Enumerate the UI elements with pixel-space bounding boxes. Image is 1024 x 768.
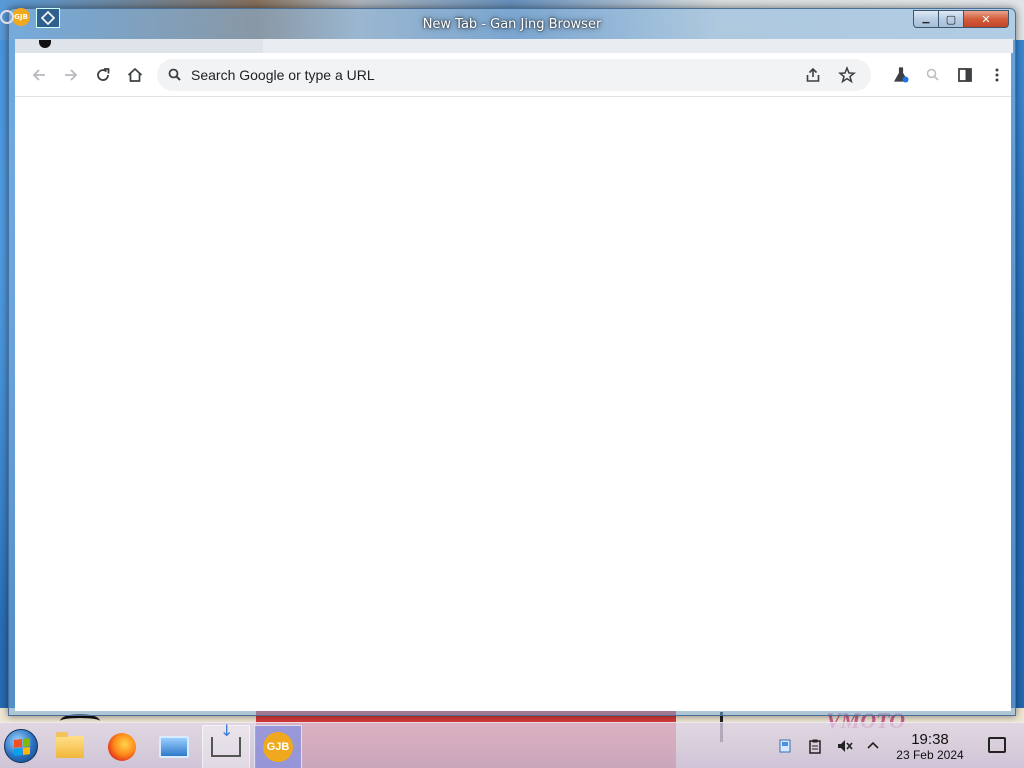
kebab-menu-icon xyxy=(995,68,999,82)
volume-muted-icon[interactable] xyxy=(836,737,854,755)
tab-strip xyxy=(15,39,1013,53)
gjb-desktop-icon[interactable]: GJB xyxy=(12,8,30,26)
clock-time: 19:38 xyxy=(911,731,949,748)
zoom-button[interactable] xyxy=(921,63,945,87)
network-icon[interactable] xyxy=(776,737,794,755)
window-titlebar[interactable]: New Tab - Gan Jing Browser ▁ ▢ ✕ xyxy=(9,9,1015,39)
address-bar[interactable] xyxy=(157,59,871,91)
taskbar-gan-jing-browser[interactable]: GJB xyxy=(254,725,302,768)
reload-button[interactable] xyxy=(91,63,115,87)
side-panel-button[interactable] xyxy=(953,63,977,87)
omnibox-input[interactable] xyxy=(191,59,791,91)
download-tray-icon xyxy=(211,721,241,757)
side-panel-icon xyxy=(958,68,972,82)
flask-icon xyxy=(893,67,909,83)
bookmark-button[interactable] xyxy=(835,63,859,87)
maximize-icon: ▢ xyxy=(945,12,957,26)
share-button[interactable] xyxy=(801,63,825,87)
search-icon xyxy=(168,68,181,81)
close-button[interactable]: ✕ xyxy=(963,10,1009,28)
star-icon xyxy=(838,66,856,84)
taskbar-firefox[interactable] xyxy=(98,725,146,768)
close-icon: ✕ xyxy=(981,12,991,26)
home-icon xyxy=(127,67,143,82)
clock-date: 23 Feb 2024 xyxy=(896,748,964,762)
window-controls: ▁ ▢ ✕ xyxy=(913,10,1009,28)
firefox-icon xyxy=(108,733,136,761)
extension-button[interactable] xyxy=(889,63,913,87)
minimize-button[interactable]: ▁ xyxy=(913,10,939,28)
folder-icon xyxy=(56,732,84,758)
chevron-up-icon[interactable] xyxy=(864,737,882,755)
settings-tool-icon[interactable] xyxy=(0,10,14,24)
forward-button[interactable] xyxy=(59,63,83,87)
minimize-icon: ▁ xyxy=(922,13,930,24)
browser-toolbar xyxy=(15,53,1011,97)
reload-icon xyxy=(97,68,110,81)
taskbar-remote-desktop[interactable] xyxy=(150,725,198,768)
home-button[interactable] xyxy=(123,63,147,87)
notification-center-icon[interactable] xyxy=(988,737,1006,753)
arrow-left-icon xyxy=(32,69,45,81)
taskbar-file-explorer[interactable] xyxy=(46,725,94,768)
start-button[interactable] xyxy=(4,729,38,763)
back-button[interactable] xyxy=(27,63,51,87)
menu-button[interactable] xyxy=(985,63,1009,87)
tab-favicon[interactable] xyxy=(39,40,51,48)
clipboard-icon[interactable] xyxy=(806,737,824,755)
page-content[interactable] xyxy=(15,97,1011,711)
window-title: New Tab - Gan Jing Browser xyxy=(422,17,602,32)
taskbar: GJB 19:38 23 Feb 2024 xyxy=(0,721,1024,768)
desktop-icons: GJB xyxy=(0,8,60,28)
app-desktop-icon[interactable] xyxy=(36,8,60,28)
maximize-button[interactable]: ▢ xyxy=(938,10,964,28)
taskbar-clock[interactable]: 19:38 23 Feb 2024 xyxy=(888,731,972,762)
taskbar-downloads[interactable] xyxy=(202,721,250,768)
windows-logo-icon xyxy=(14,738,30,756)
tab-strip-background xyxy=(263,39,1013,53)
share-icon xyxy=(806,67,820,82)
remote-desktop-icon xyxy=(159,736,189,758)
arrow-right-icon xyxy=(65,69,78,81)
gjb-icon: GJB xyxy=(263,732,293,762)
browser-window: New Tab - Gan Jing Browser ▁ ▢ ✕ xyxy=(8,8,1016,716)
search-icon xyxy=(926,68,939,81)
